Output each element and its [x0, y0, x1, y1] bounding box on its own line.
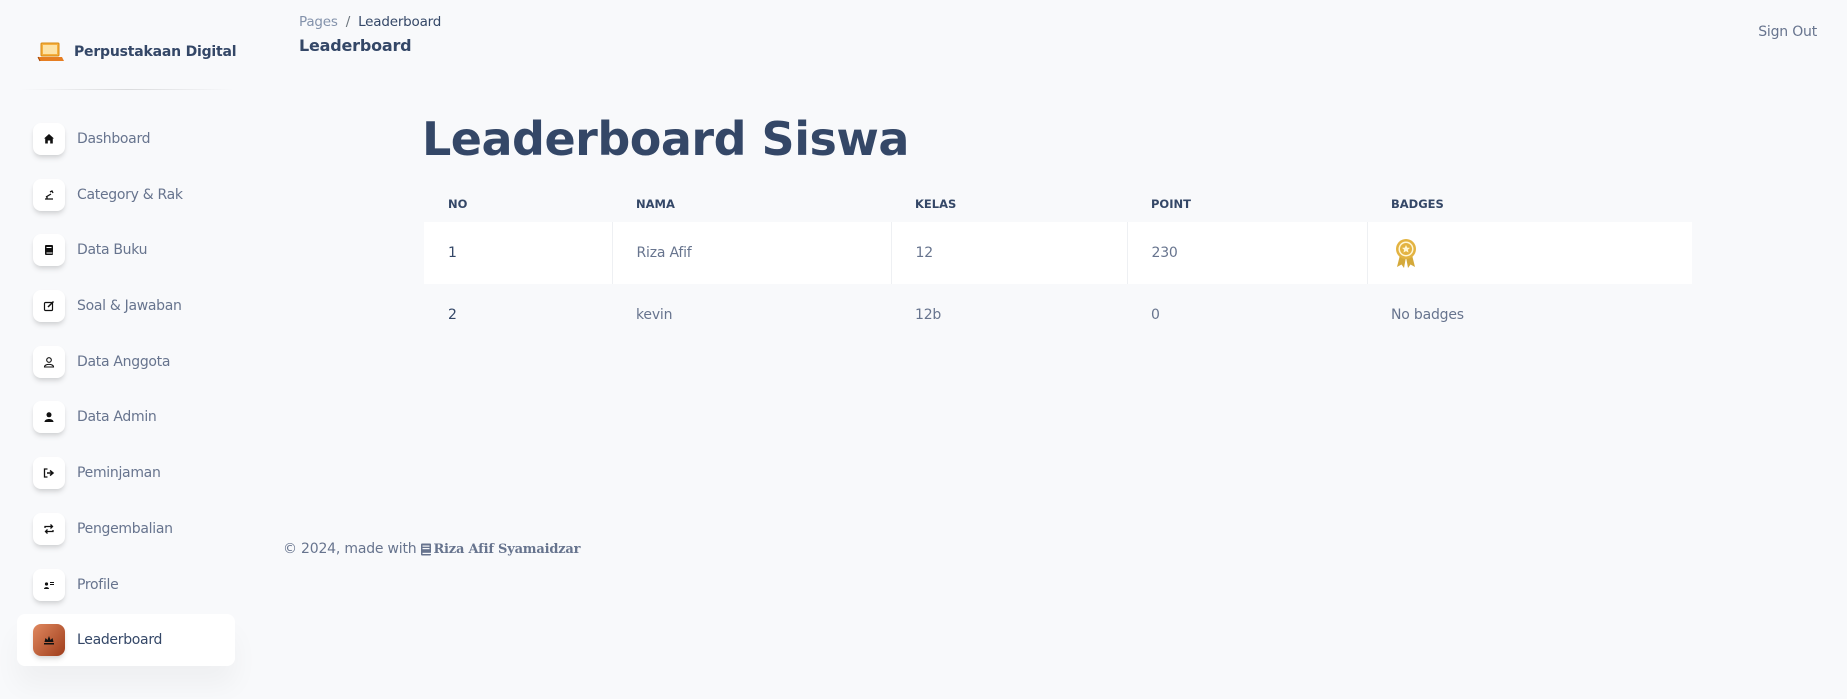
sidebar-item-label: Category & Rak [77, 186, 183, 203]
sidebar-item-label: Pengembalian [77, 520, 173, 537]
breadcrumb-separator: / [345, 14, 351, 30]
sidebar-item-pengembalian[interactable]: Pengembalian [17, 503, 235, 555]
breadcrumb-current: Leaderboard [358, 14, 442, 30]
sidebar-item-label: Leaderboard [77, 632, 163, 649]
cell-badges: No badges [1391, 307, 1464, 323]
sidebar-item-data-buku[interactable]: Data Buku [17, 224, 235, 276]
sidebar-item-data-admin[interactable]: Data Admin [17, 391, 235, 443]
table-row: 2 kevin 12b 0 No badges [424, 284, 1692, 346]
home-icon [33, 123, 65, 155]
sidebar-item-label: Data Buku [77, 242, 148, 259]
sidebar-item-dashboard[interactable]: Dashboard [17, 113, 235, 165]
laptop-book-icon [37, 42, 64, 62]
sidebar-item-label: Profile [77, 576, 119, 593]
sign-out-icon [33, 457, 65, 490]
crown-icon [33, 624, 65, 657]
sidebar-item-soal-jawaban[interactable]: Soal & Jawaban [17, 280, 235, 332]
column-header-badges: BADGES [1391, 197, 1444, 211]
book-icon [33, 234, 65, 267]
sidebar-item-label: Peminjaman [77, 465, 161, 482]
column-header-nama: NAMA [636, 197, 675, 211]
cell-point: 0 [1151, 307, 1160, 323]
cell-kelas: 12b [915, 307, 942, 323]
column-header-point: POINT [1151, 197, 1191, 211]
sidebar-divider [20, 89, 234, 90]
sidebar-item-peminjaman[interactable]: Peminjaman [17, 447, 235, 499]
sidebar-item-label: Soal & Jawaban [77, 298, 182, 315]
page-title: Leaderboard [299, 36, 412, 55]
sign-out-link[interactable]: Sign Out [1758, 24, 1817, 40]
column-header-kelas: KELAS [915, 197, 957, 211]
sidebar-item-label: Dashboard [77, 131, 151, 147]
sidebar-item-leaderboard[interactable]: Leaderboard [17, 614, 235, 667]
edit-icon [33, 290, 65, 323]
award-medal-icon [1395, 239, 1416, 268]
sidebar-item-data-anggota[interactable]: Data Anggota [17, 336, 235, 388]
profile-card-icon [33, 568, 65, 601]
sidebar-item-label: Data Anggota [77, 353, 171, 370]
leaderboard-table: NO NAMA KELAS POINT BADGES 1 Riza Afif 1… [424, 186, 1692, 346]
breadcrumb-parent-link[interactable]: Pages [299, 14, 338, 30]
sidebar-item-label: Data Admin [77, 409, 157, 426]
footer-author-link[interactable]: Riza Afif Syamaidzar [433, 542, 580, 557]
cell-kelas: 12 [891, 222, 1128, 284]
cell-point: 230 [1127, 222, 1368, 284]
brand-name: Perpustakaan Digital [74, 44, 237, 60]
user-icon [33, 401, 65, 434]
brand-logo-link[interactable]: Perpustakaan Digital [36, 40, 237, 64]
footer-copyright: © 2024, made with [283, 541, 417, 557]
table-row: 1 Riza Afif 12 230 [424, 222, 1692, 284]
cell-no: 1 [424, 222, 613, 284]
cell-badges [1367, 222, 1692, 284]
column-header-no: NO [448, 197, 468, 211]
cell-no: 2 [448, 307, 457, 323]
sidebar-nav: Dashboard Category & Rak Data Buku Soal … [17, 113, 235, 670]
user-outline-icon [33, 345, 65, 378]
category-icon [33, 178, 65, 211]
footer: © 2024, made with Riza Afif Syamaidzar [283, 541, 580, 557]
sidebar-item-profile[interactable]: Profile [17, 559, 235, 611]
cell-nama: kevin [636, 307, 673, 323]
book-icon [421, 543, 432, 555]
table-header-row: NO NAMA KELAS POINT BADGES [424, 186, 1692, 222]
cell-nama: Riza Afif [612, 222, 892, 284]
sidebar-item-category-rak[interactable]: Category & Rak [17, 169, 235, 221]
breadcrumb: Pages / Leaderboard [299, 14, 441, 30]
sidebar: Perpustakaan Digital Dashboard Category … [0, 0, 250, 699]
leaderboard-heading: Leaderboard Siswa [422, 112, 909, 166]
return-icon [33, 512, 65, 545]
